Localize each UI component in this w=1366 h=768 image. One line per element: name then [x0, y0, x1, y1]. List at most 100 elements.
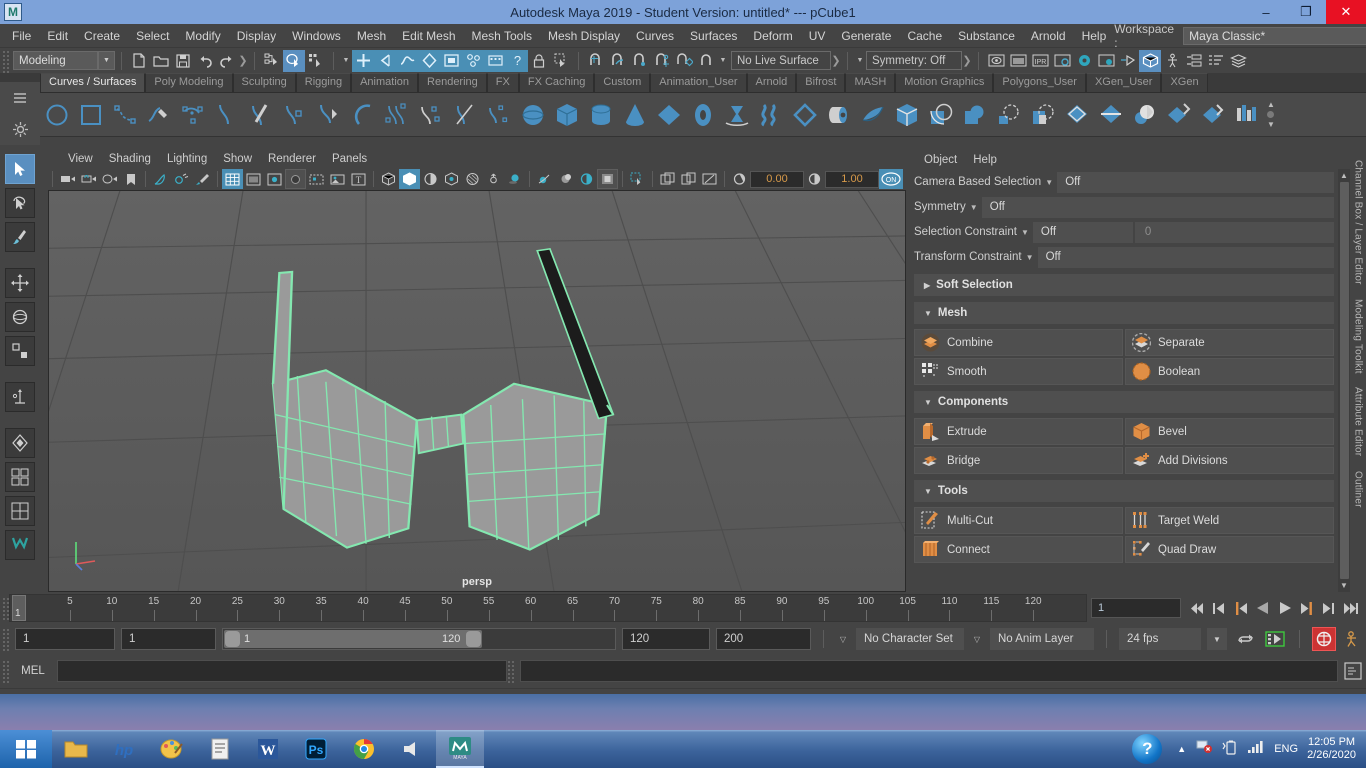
language-indicator[interactable]: ENG: [1274, 743, 1298, 755]
mtk-button-separate[interactable]: Separate: [1125, 329, 1334, 356]
go-to-start-button[interactable]: [1187, 598, 1206, 618]
mtk-button-connect[interactable]: Connect: [914, 536, 1123, 563]
menu-item-mesh[interactable]: Mesh: [349, 26, 394, 46]
save-scene-button[interactable]: [172, 50, 194, 72]
lasso-tool[interactable]: [5, 188, 35, 218]
character-prefs-icon[interactable]: [1342, 627, 1366, 651]
menu-item-surfaces[interactable]: Surfaces: [682, 26, 745, 46]
select-by-ik-button[interactable]: [374, 49, 396, 72]
mtk-button-combine[interactable]: Combine: [914, 329, 1123, 356]
viewport-menu-show[interactable]: Show: [215, 152, 260, 166]
select-by-misc-button[interactable]: ?: [506, 49, 528, 72]
ep-curve-icon[interactable]: [176, 96, 210, 134]
character-set-select[interactable]: No Character Set: [856, 628, 964, 650]
multisample-aa-icon[interactable]: [555, 169, 576, 189]
loop-icon[interactable]: [1233, 627, 1257, 651]
mtk-value[interactable]: Off: [1037, 246, 1334, 268]
anim-end-field[interactable]: 120: [622, 628, 710, 650]
redo-button[interactable]: [216, 50, 238, 72]
menu-item-arnold[interactable]: Arnold: [1023, 26, 1074, 46]
side-tab-outliner[interactable]: Outliner: [1353, 471, 1364, 508]
isolate-select-icon[interactable]: [627, 169, 648, 189]
chevron-down-icon[interactable]: ▼: [924, 309, 932, 318]
side-tab-modeling-toolkit[interactable]: Modeling Toolkit: [1353, 299, 1364, 374]
xray-icon[interactable]: [306, 169, 327, 189]
viewport-menu-view[interactable]: View: [60, 152, 101, 166]
mtk-button-extrude[interactable]: Extrude: [914, 418, 1123, 445]
mtk-button-smooth[interactable]: Smooth: [914, 358, 1123, 385]
snap-to-projected-center-icon[interactable]: [651, 50, 673, 72]
collapse-icon[interactable]: ❯: [238, 50, 248, 72]
lock-camera-icon[interactable]: [78, 169, 99, 189]
select-hierarchy-button[interactable]: [261, 50, 283, 72]
menu-item-substance[interactable]: Substance: [950, 26, 1023, 46]
snap-to-point-icon[interactable]: [629, 50, 651, 72]
nurbs-cube-icon[interactable]: [550, 96, 584, 134]
select-by-handles-button[interactable]: [352, 49, 374, 72]
select-camera-icon[interactable]: [57, 169, 78, 189]
shelf-tab-fx[interactable]: FX: [486, 73, 519, 92]
rotate-tool[interactable]: [5, 302, 35, 332]
shelf-tab-xgen[interactable]: XGen: [1161, 73, 1208, 92]
depth-of-field-icon[interactable]: [576, 169, 597, 189]
shelf-tab-animation-user[interactable]: Animation_User: [650, 73, 747, 92]
select-by-curve-button[interactable]: [396, 49, 418, 72]
range-start-handle[interactable]: [225, 631, 240, 647]
new-scene-button[interactable]: [128, 50, 150, 72]
nurbs-circle-icon[interactable]: [40, 96, 74, 134]
two-d-pan-zoom-icon[interactable]: [171, 169, 192, 189]
menu-item-display[interactable]: Display: [229, 26, 284, 46]
nurbs-torus-icon[interactable]: [686, 96, 720, 134]
undo-button[interactable]: [194, 50, 216, 72]
side-tab-channel-box-layer-editor[interactable]: Channel Box / Layer Editor: [1353, 160, 1364, 285]
mtk-value[interactable]: Off: [1057, 171, 1334, 193]
mtk-button-multi-cut[interactable]: Multi-Cut: [914, 507, 1123, 534]
workspace-select[interactable]: Maya Classic*: [1183, 26, 1366, 45]
pencil-curve-icon[interactable]: [142, 96, 176, 134]
toolbar-grip[interactable]: [2, 659, 9, 683]
range-end-field[interactable]: 200: [716, 628, 811, 650]
curve-cut-icon[interactable]: [244, 96, 278, 134]
command-grip[interactable]: [507, 659, 514, 683]
menu-item-edit-mesh[interactable]: Edit Mesh: [394, 26, 463, 46]
snap-grid-tool[interactable]: [5, 428, 35, 458]
signal-icon[interactable]: [1247, 739, 1265, 759]
exposure-value[interactable]: 0.00: [750, 170, 804, 188]
viewport-menu-shading[interactable]: Shading: [101, 152, 159, 166]
mtk-section-components[interactable]: ▼ Components: [914, 391, 1334, 413]
mtk-section-soft-selection[interactable]: ▶ Soft Selection: [914, 274, 1334, 296]
project-curve-icon[interactable]: [958, 96, 992, 134]
play-forwards-button[interactable]: [1275, 598, 1294, 618]
panel-tear-off-icon[interactable]: [699, 169, 720, 189]
gate-mask-icon[interactable]: [285, 169, 306, 189]
paint-select-tool[interactable]: [5, 222, 35, 252]
text-overlay-icon[interactable]: T: [348, 169, 369, 189]
menu-item-file[interactable]: File: [4, 26, 39, 46]
ipr-render-icon[interactable]: IPR: [1029, 50, 1051, 72]
mtk-section-tools[interactable]: ▼ Tools: [914, 480, 1334, 502]
menu-item-mesh-tools[interactable]: Mesh Tools: [464, 26, 540, 46]
menu-item-windows[interactable]: Windows: [284, 26, 349, 46]
character-set-icon[interactable]: [1161, 50, 1183, 72]
scroll-down-icon[interactable]: ▼: [1340, 581, 1348, 590]
exposure-toggle-icon[interactable]: [729, 169, 750, 189]
show-hidden-icons-icon[interactable]: ▲: [1177, 744, 1186, 754]
word-icon[interactable]: W: [244, 730, 292, 768]
add-points-icon[interactable]: [278, 96, 312, 134]
chevron-down-icon[interactable]: ▼: [1022, 253, 1038, 262]
shelf-tab-rigging[interactable]: Rigging: [295, 73, 352, 92]
lock-selection-icon[interactable]: [528, 50, 550, 72]
select-by-surface-button[interactable]: [418, 49, 440, 72]
shelf-tab-bifrost[interactable]: Bifrost: [796, 73, 846, 92]
shadows-icon[interactable]: [483, 169, 504, 189]
current-time-indicator[interactable]: 1: [12, 595, 26, 621]
step-forward-key-button[interactable]: [1319, 598, 1338, 618]
minimize-button[interactable]: –: [1246, 0, 1286, 24]
scrollbar-thumb[interactable]: [1339, 182, 1349, 579]
panel-single-icon[interactable]: [657, 169, 678, 189]
shelf-tab-mash[interactable]: MASH: [845, 73, 896, 92]
shelf-tab-rendering[interactable]: Rendering: [418, 73, 487, 92]
menu-item-mesh-display[interactable]: Mesh Display: [540, 26, 628, 46]
wireframe-shading-icon[interactable]: [378, 169, 399, 189]
loft-icon[interactable]: [754, 96, 788, 134]
